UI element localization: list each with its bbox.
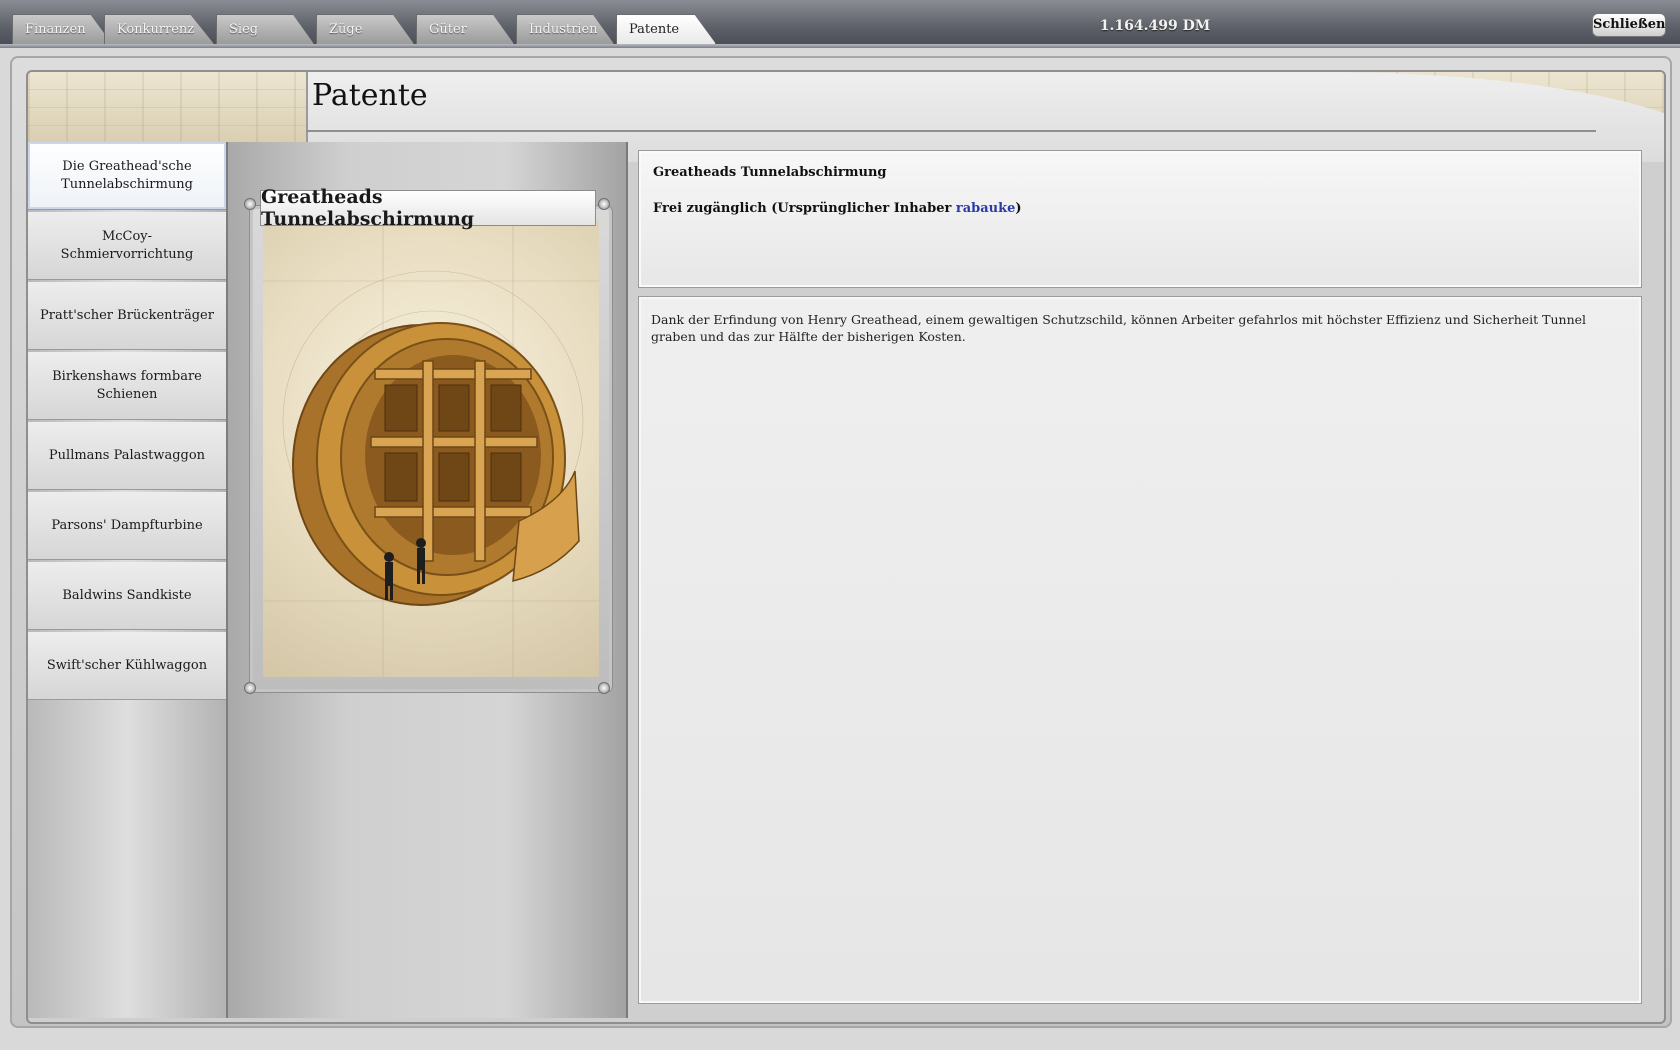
patent-item-swift[interactable]: Swift'scher Kühlwaggon (28, 632, 226, 700)
patent-item-pratt[interactable]: Pratt'scher Brückenträger (28, 282, 226, 350)
patent-description: Dank der Erfindung von Henry Greathead, … (651, 312, 1587, 344)
holder-link[interactable]: rabauke (956, 201, 1016, 216)
screw-icon (598, 682, 610, 694)
patent-summary-panel: Greatheads Tunnelabschirmung Frei zugäng… (638, 150, 1642, 288)
patent-item-parsons[interactable]: Parsons' Dampfturbine (28, 492, 226, 560)
top-bar-divider (0, 44, 1680, 48)
close-button[interactable]: Schließen (1592, 13, 1666, 37)
card-frame (250, 206, 612, 692)
card-title: Greatheads Tunnelabschirmung (260, 186, 596, 230)
screw-icon (244, 682, 256, 694)
screw-icon (244, 198, 256, 210)
money-display: 1.164.499 DM (1099, 18, 1211, 34)
tunnel-shield-illustration (263, 221, 599, 677)
patent-detail-title: Greatheads Tunnelabschirmung (653, 165, 887, 180)
tunnel-shield-icon (263, 221, 599, 677)
patent-item-greathead[interactable]: Die Greathead'sche Tunnelabschirmung (28, 142, 226, 210)
patent-item-mccoy[interactable]: McCoy-Schmiervorrichtung (28, 212, 226, 280)
title-divider (306, 130, 1596, 132)
patent-list: Die Greathead'sche Tunnelabschirmung McC… (28, 142, 228, 1018)
screw-icon (598, 198, 610, 210)
status-prefix: Frei zugänglich (Ursprünglicher Inhaber (653, 201, 956, 216)
patent-item-pullman[interactable]: Pullmans Palastwaggon (28, 422, 226, 490)
page-title: Patente (312, 78, 428, 113)
patent-item-baldwin[interactable]: Baldwins Sandkiste (28, 562, 226, 630)
patent-card: Greatheads Tunnelabschirmung (244, 186, 612, 696)
patent-status: Frei zugänglich (Ursprünglicher Inhaber … (653, 201, 1022, 216)
patent-item-birkenshaw[interactable]: Birkenshaws formbare Schienen (28, 352, 226, 420)
status-suffix: ) (1015, 201, 1022, 216)
patent-description-panel: Dank der Erfindung von Henry Greathead, … (638, 296, 1642, 1004)
